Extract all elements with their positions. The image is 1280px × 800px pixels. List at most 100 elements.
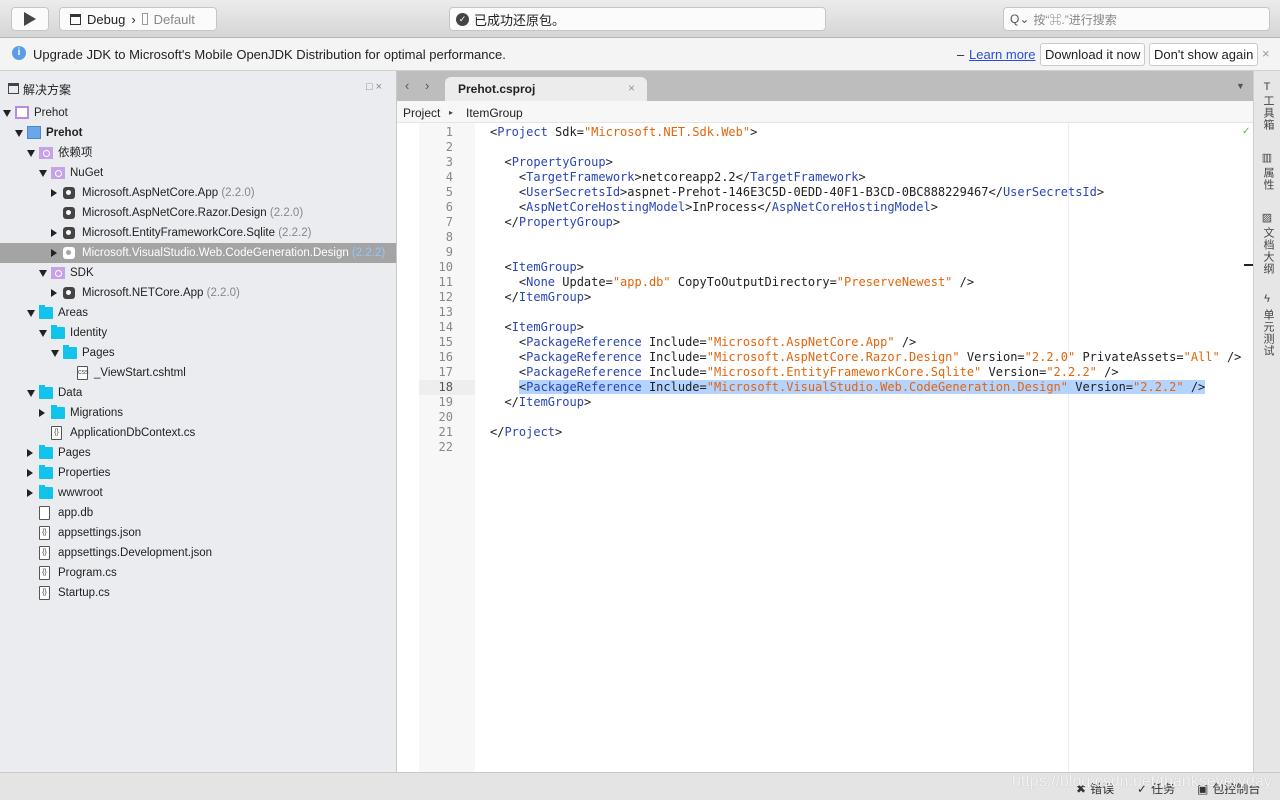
expanded-arrow-icon[interactable] bbox=[39, 170, 47, 177]
code-line[interactable]: 2 bbox=[397, 140, 1253, 155]
tree-item[interactable]: Microsoft.EntityFrameworkCore.Sqlite (2.… bbox=[0, 223, 396, 243]
collapsed-arrow-icon[interactable] bbox=[27, 449, 33, 457]
tab-close-icon[interactable]: × bbox=[628, 81, 635, 95]
document-outline-tab[interactable]: 文档大纲 bbox=[1260, 227, 1276, 275]
code-line[interactable]: 17 <PackageReference Include="Microsoft.… bbox=[397, 365, 1253, 380]
tree-item[interactable]: css _ViewStart.cshtml bbox=[0, 363, 396, 383]
code-line[interactable]: 4 <TargetFramework>netcoreapp2.2</Target… bbox=[397, 170, 1253, 185]
dont-show-again-button[interactable]: Don't show again bbox=[1149, 43, 1259, 66]
xml-string: "2.2.2" bbox=[1133, 380, 1184, 394]
tree-item[interactable]: Data bbox=[0, 383, 396, 403]
expanded-arrow-icon[interactable] bbox=[51, 350, 59, 357]
search-input[interactable]: Q⌄ 按“⌘.”进行搜索 bbox=[1003, 7, 1270, 31]
breadcrumb-item[interactable]: Project bbox=[403, 106, 440, 120]
tree-item[interactable]: 依赖项 bbox=[0, 143, 396, 163]
toolbox-tab[interactable]: 工具箱 bbox=[1260, 95, 1276, 131]
pad-controls[interactable]: □× bbox=[366, 81, 385, 93]
config-label: Debug bbox=[87, 11, 126, 27]
code-line[interactable]: 9 bbox=[397, 245, 1253, 260]
collapsed-arrow-icon[interactable] bbox=[39, 409, 45, 417]
code-token: Version= bbox=[1068, 380, 1134, 394]
tree-item[interactable]: {} appsettings.Development.json bbox=[0, 543, 396, 563]
run-button[interactable] bbox=[11, 7, 49, 31]
nav-forward-button[interactable]: › bbox=[425, 78, 429, 93]
expanded-arrow-icon[interactable] bbox=[27, 390, 35, 397]
configuration-selector[interactable]: Debug › Default bbox=[59, 7, 217, 31]
code-line[interactable]: 14 <ItemGroup> bbox=[397, 320, 1253, 335]
code-line[interactable]: 18 <PackageReference Include="Microsoft.… bbox=[397, 380, 1253, 395]
line-number: 7 bbox=[445, 215, 453, 229]
tree-item[interactable]: Prehot bbox=[0, 103, 396, 123]
collapsed-arrow-icon[interactable] bbox=[27, 469, 33, 477]
expanded-arrow-icon[interactable] bbox=[27, 310, 35, 317]
code-text: <UserSecretsId>aspnet-Prehot-146E3C5D-0E… bbox=[490, 185, 1104, 200]
tree-item[interactable]: {} appsettings.json bbox=[0, 523, 396, 543]
tree-item[interactable]: Properties bbox=[0, 463, 396, 483]
info-icon: i bbox=[12, 46, 26, 60]
tree-item[interactable]: Identity bbox=[0, 323, 396, 343]
tree-item-label: Microsoft.VisualStudio.Web.CodeGeneratio… bbox=[82, 247, 386, 259]
collapsed-arrow-icon[interactable] bbox=[27, 489, 33, 497]
code-line[interactable]: 5 <UserSecretsId>aspnet-Prehot-146E3C5D-… bbox=[397, 185, 1253, 200]
breadcrumb-item[interactable]: ItemGroup bbox=[466, 106, 523, 120]
download-button[interactable]: Download it now bbox=[1040, 43, 1146, 66]
package-version: (2.2.2) bbox=[275, 227, 312, 239]
tab-menu-icon[interactable]: ▼ bbox=[1236, 81, 1245, 91]
tree-item[interactable]: SDK bbox=[0, 263, 396, 283]
code-text: <ItemGroup> bbox=[490, 260, 584, 275]
tree-item[interactable]: Areas bbox=[0, 303, 396, 323]
code-line[interactable]: 11 <None Update="app.db" CopyToOutputDir… bbox=[397, 275, 1253, 290]
close-icon[interactable]: × bbox=[1262, 46, 1270, 61]
code-line[interactable]: 3 <PropertyGroup> bbox=[397, 155, 1253, 170]
tree-item[interactable]: app.db bbox=[0, 503, 396, 523]
code-line[interactable]: 12 </ItemGroup> bbox=[397, 290, 1253, 305]
tree-item[interactable]: wwwroot bbox=[0, 483, 396, 503]
status-field: ✓ 已成功还原包。 bbox=[449, 7, 826, 31]
code-line[interactable]: 20 bbox=[397, 410, 1253, 425]
code-line[interactable]: 15 <PackageReference Include="Microsoft.… bbox=[397, 335, 1253, 350]
tree-item[interactable]: {} Startup.cs bbox=[0, 583, 396, 603]
code-line[interactable]: 13 bbox=[397, 305, 1253, 320]
code-line[interactable]: 16 <PackageReference Include="Microsoft.… bbox=[397, 350, 1253, 365]
tab-prehot-csproj[interactable]: Prehot.csproj × bbox=[445, 77, 647, 101]
expanded-arrow-icon[interactable] bbox=[39, 330, 47, 337]
collapsed-arrow-icon[interactable] bbox=[51, 289, 57, 297]
tree-item[interactable]: Microsoft.AspNetCore.App (2.2.0) bbox=[0, 183, 396, 203]
expanded-arrow-icon[interactable] bbox=[3, 110, 11, 117]
learn-more-link[interactable]: Learn more bbox=[969, 47, 1035, 62]
expanded-arrow-icon[interactable] bbox=[15, 130, 23, 137]
expanded-arrow-icon[interactable] bbox=[27, 150, 35, 157]
tree-item[interactable]: Migrations bbox=[0, 403, 396, 423]
unit-tests-tab[interactable]: 单元测试 bbox=[1260, 309, 1276, 357]
xml-tag-name: Project bbox=[497, 125, 548, 139]
line-number: 10 bbox=[438, 260, 453, 274]
code-line[interactable]: 22 bbox=[397, 440, 1253, 455]
code-line[interactable]: 7 </PropertyGroup> bbox=[397, 215, 1253, 230]
line-number: 9 bbox=[445, 245, 453, 259]
tree-item[interactable]: {} Program.cs bbox=[0, 563, 396, 583]
collapsed-arrow-icon[interactable] bbox=[51, 249, 57, 257]
tree-item[interactable]: NuGet bbox=[0, 163, 396, 183]
properties-tab[interactable]: 属性 bbox=[1260, 167, 1276, 191]
tree-item[interactable]: Prehot bbox=[0, 123, 396, 143]
tree-item[interactable]: {} ApplicationDbContext.cs bbox=[0, 423, 396, 443]
code-line[interactable]: 6 <AspNetCoreHostingModel>InProcess</Asp… bbox=[397, 200, 1253, 215]
code-line[interactable]: 8 bbox=[397, 230, 1253, 245]
xml-tag-name: ItemGroup bbox=[511, 260, 577, 274]
collapsed-arrow-icon[interactable] bbox=[51, 229, 57, 237]
tree-item[interactable]: Microsoft.AspNetCore.Razor.Design (2.2.0… bbox=[0, 203, 396, 223]
tree-item[interactable]: Microsoft.VisualStudio.Web.CodeGeneratio… bbox=[0, 243, 396, 263]
tree-item[interactable]: Microsoft.NETCore.App (2.2.0) bbox=[0, 283, 396, 303]
code-line[interactable]: 1 <Project Sdk="Microsoft.NET.Sdk.Web"> bbox=[397, 125, 1253, 140]
code-line[interactable]: 19 </ItemGroup> bbox=[397, 395, 1253, 410]
collapsed-arrow-icon[interactable] bbox=[51, 189, 57, 197]
code-line[interactable]: 21 </Project> bbox=[397, 425, 1253, 440]
tree-item[interactable]: Pages bbox=[0, 443, 396, 463]
tree-item[interactable]: Pages bbox=[0, 343, 396, 363]
folder-icon bbox=[39, 465, 53, 479]
expanded-arrow-icon[interactable] bbox=[39, 270, 47, 277]
nav-back-button[interactable]: ‹ bbox=[405, 78, 409, 93]
scroll-marker bbox=[1244, 264, 1253, 266]
code-line[interactable]: 10 <ItemGroup> bbox=[397, 260, 1253, 275]
code-token: >aspnet-Prehot-146E3C5D-0EDD-40F1-B3CD-0… bbox=[620, 185, 1003, 199]
